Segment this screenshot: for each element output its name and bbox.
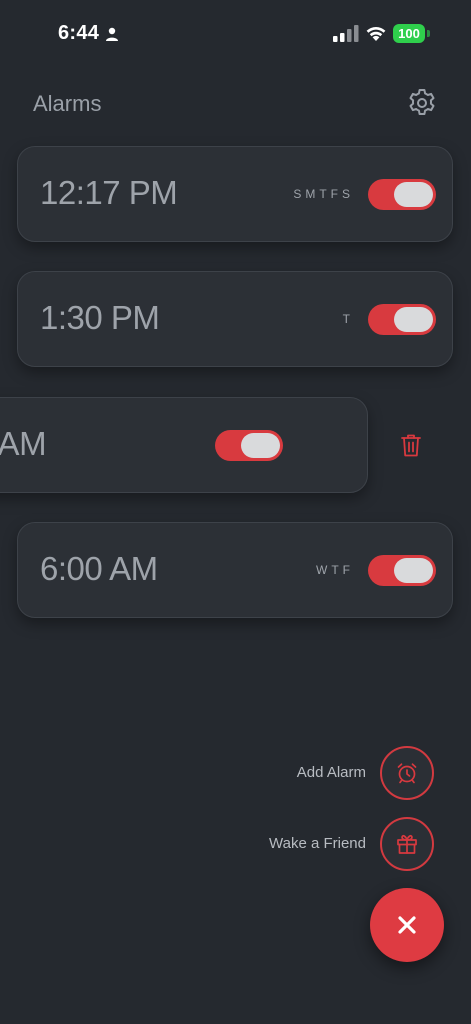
wake-friend-button[interactable]	[380, 817, 434, 871]
alarm-repeat-days: T	[342, 312, 354, 326]
alarm-clock-icon	[397, 763, 417, 784]
alarm-repeat-days: SMTFS	[293, 187, 354, 201]
status-time: 6:44	[58, 22, 100, 44]
alarm-repeat-days: WTF	[316, 563, 354, 577]
alarm-enabled-toggle[interactable]	[368, 304, 436, 335]
settings-gear-icon[interactable]	[406, 87, 438, 119]
alarm-card[interactable]: 1:30 PM T	[17, 271, 453, 367]
battery-indicator: 100	[393, 24, 425, 43]
cellular-signal-icon	[333, 25, 359, 42]
add-alarm-label[interactable]: Add Alarm	[297, 764, 366, 781]
wake-friend-label[interactable]: Wake a Friend	[269, 835, 366, 852]
status-bar: 6:44 100	[0, 0, 471, 70]
alarm-enabled-toggle[interactable]	[215, 430, 283, 461]
person-icon	[106, 27, 118, 41]
gift-icon	[397, 834, 417, 854]
add-alarm-button[interactable]	[380, 746, 434, 800]
page-title: Alarms	[33, 91, 102, 116]
toggle-knob	[394, 307, 433, 332]
delete-trash-icon[interactable]	[400, 433, 422, 458]
alarm-enabled-toggle[interactable]	[368, 555, 436, 586]
alarm-time: 00 AM	[0, 425, 47, 462]
battery-cap	[427, 30, 430, 37]
toggle-knob	[241, 433, 280, 458]
alarm-card-swiped[interactable]: 00 AM MT	[0, 397, 368, 493]
toggle-knob	[394, 182, 433, 207]
alarm-enabled-toggle[interactable]	[368, 179, 436, 210]
alarms-screen: 6:44 100 Alarms 12:17 PM SMTFS 1:30 PM T…	[0, 0, 471, 1024]
wifi-icon	[366, 26, 386, 41]
alarm-card[interactable]: 6:00 AM WTF	[17, 522, 453, 618]
toggle-knob	[394, 558, 433, 583]
alarm-time: 6:00 AM	[40, 550, 158, 587]
alarm-card[interactable]: 12:17 PM SMTFS	[17, 146, 453, 242]
close-menu-button[interactable]	[370, 888, 444, 962]
close-icon	[398, 916, 416, 934]
alarm-time: 1:30 PM	[40, 299, 160, 336]
alarm-time: 12:17 PM	[40, 174, 178, 211]
